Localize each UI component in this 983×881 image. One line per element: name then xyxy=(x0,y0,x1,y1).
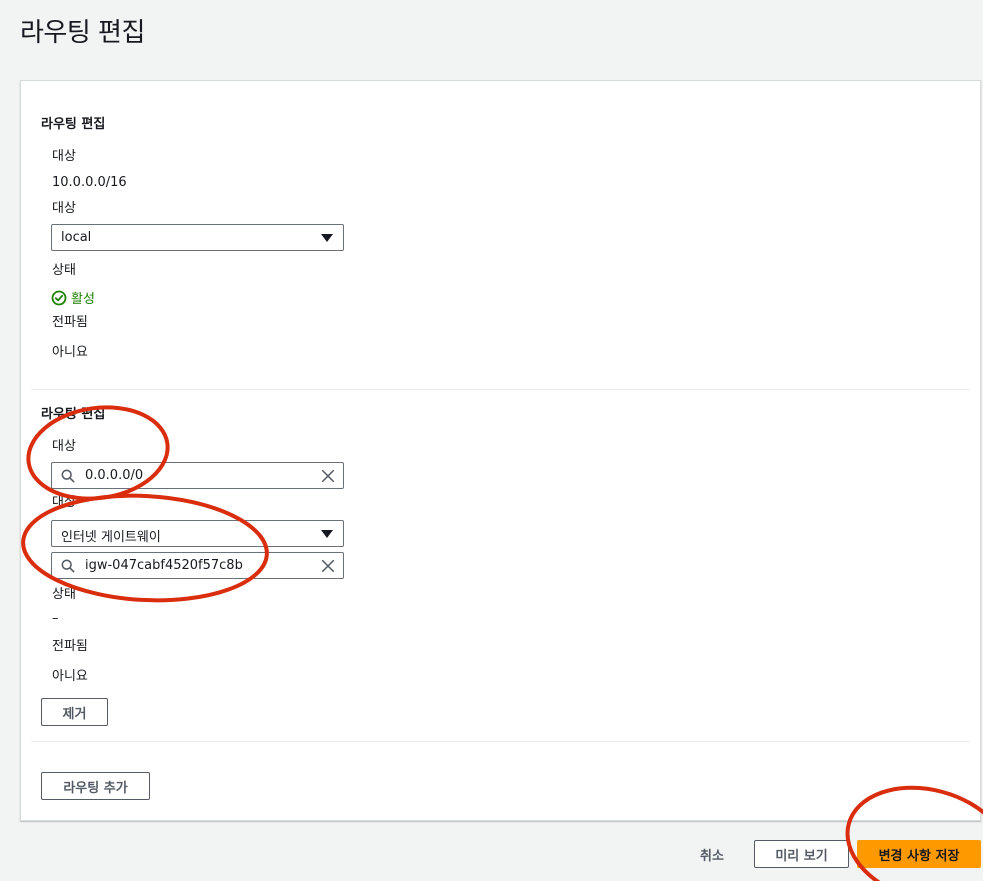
clear-icon[interactable] xyxy=(321,559,335,573)
page-title: 라우팅 편집 xyxy=(20,18,145,48)
route-2-propagated-value: 아니요 xyxy=(52,669,88,684)
route-2-destination-value: 0.0.0.0/0 xyxy=(85,468,144,483)
divider xyxy=(31,741,970,742)
divider xyxy=(31,389,970,390)
route-2-heading: 라우팅 편집 xyxy=(41,407,106,422)
route-1-heading: 라우팅 편집 xyxy=(41,117,106,132)
route-1-status: 활성 xyxy=(51,288,95,307)
route-1-destination-value: 10.0.0.0/16 xyxy=(52,175,127,190)
route-1-target-select-value: local xyxy=(61,230,92,245)
route-1-propagated-value: 아니요 xyxy=(52,345,88,360)
save-changes-button[interactable]: 변경 사항 저장 xyxy=(857,840,981,868)
route-2-target-search-value: igw-047cabf4520f57c8b xyxy=(85,558,243,573)
routes-panel: 라우팅 편집 대상 10.0.0.0/16 대상 local 상태 활성 전파됨… xyxy=(20,80,981,821)
add-route-button[interactable]: 라우팅 추가 xyxy=(41,772,150,800)
clear-icon[interactable] xyxy=(321,469,335,483)
route-2-propagated-label: 전파됨 xyxy=(52,639,88,654)
caret-down-icon xyxy=(321,530,333,538)
remove-route-button[interactable]: 제거 xyxy=(41,698,108,726)
route-2-destination-label: 대상 xyxy=(52,439,76,454)
route-1-destination-label: 대상 xyxy=(52,149,76,164)
route-1-propagated-label: 전파됨 xyxy=(52,315,88,330)
route-2-status-label: 상태 xyxy=(52,587,76,602)
caret-down-icon xyxy=(321,234,333,242)
route-1-target-select[interactable]: local xyxy=(51,224,344,251)
preview-button[interactable]: 미리 보기 xyxy=(754,840,849,868)
route-2-status-value: – xyxy=(52,611,59,626)
route-2-target-select-value: 인터넷 게이트웨이 xyxy=(61,530,161,545)
check-circle-icon xyxy=(51,290,67,305)
route-2-destination-input[interactable]: 0.0.0.0/0 xyxy=(51,462,344,489)
route-1-status-value: 활성 xyxy=(71,292,95,307)
route-2-target-search-input[interactable]: igw-047cabf4520f57c8b xyxy=(51,552,344,579)
route-1-status-label: 상태 xyxy=(52,263,76,278)
route-2-target-label: 대상 xyxy=(52,495,76,510)
search-icon xyxy=(61,559,75,573)
cancel-button[interactable]: 취소 xyxy=(700,845,724,864)
route-1-target-label: 대상 xyxy=(52,201,76,216)
search-icon xyxy=(61,469,75,483)
route-2-target-select[interactable]: 인터넷 게이트웨이 xyxy=(51,520,344,547)
